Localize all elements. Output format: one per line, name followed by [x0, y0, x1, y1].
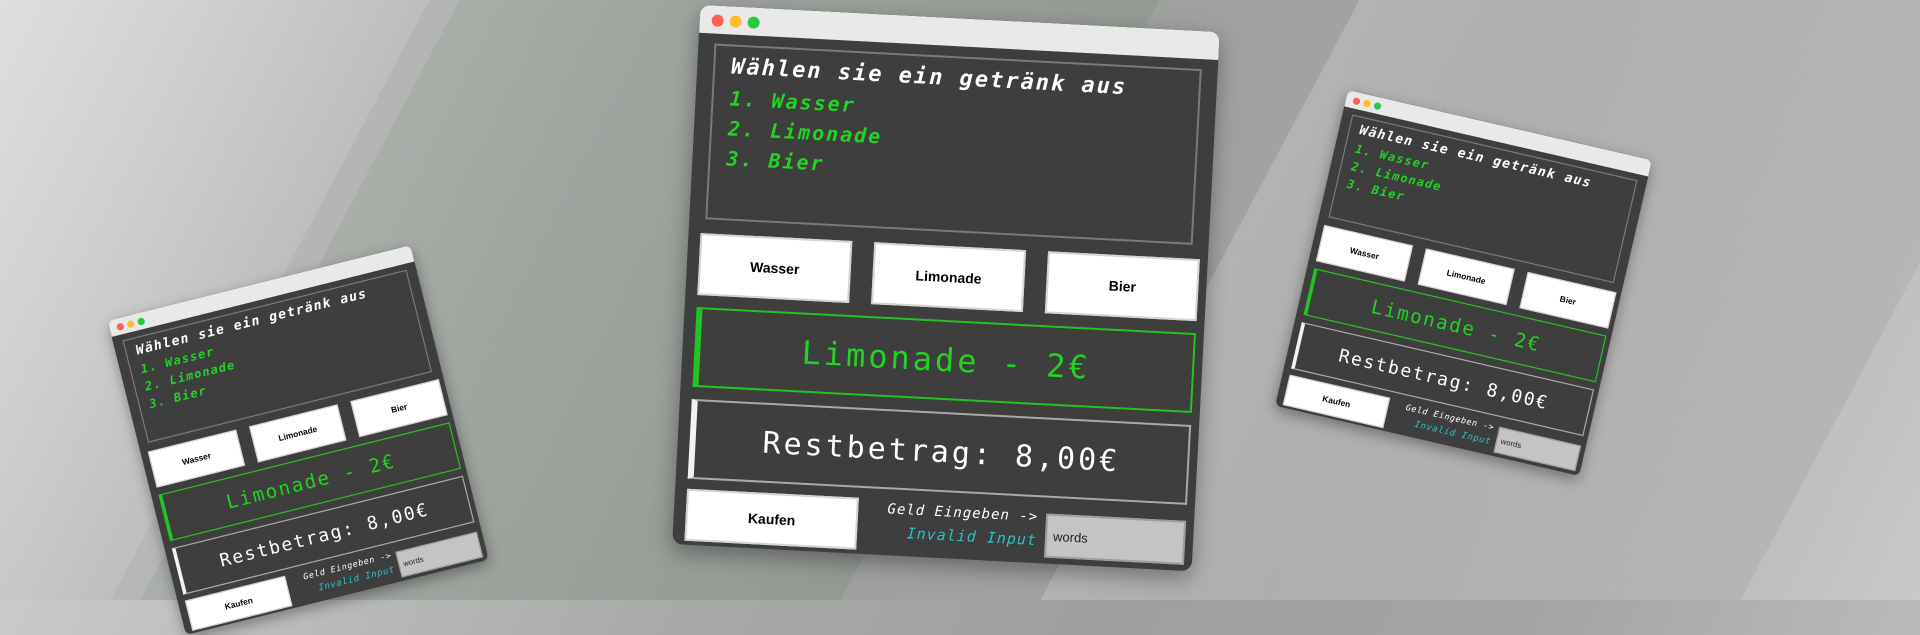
maximize-window-icon[interactable] [136, 317, 146, 326]
selected-drink-display: Limonade - 2€ [692, 306, 1196, 414]
maximize-window-icon[interactable] [747, 16, 760, 29]
remaining-balance-display: Restbetrag: 8,00€ [687, 398, 1192, 505]
maximize-window-icon[interactable] [1373, 101, 1382, 111]
minimize-window-icon[interactable] [1362, 99, 1372, 108]
app-window-center: Wählen sie ein getränk aus 1. Wasser 2. … [672, 4, 1220, 572]
minimize-window-icon[interactable] [729, 15, 742, 28]
close-window-icon[interactable] [1352, 96, 1361, 106]
bier-button[interactable]: Bier [1044, 251, 1200, 322]
invalid-input-message: Invalid Input [906, 524, 1038, 550]
close-window-icon[interactable] [711, 14, 724, 27]
limonade-button[interactable]: Limonade [871, 242, 1027, 313]
money-input-label: Geld Eingeben -> [887, 501, 1039, 526]
money-input[interactable] [1044, 513, 1187, 565]
kaufen-button[interactable]: Kaufen [684, 488, 859, 550]
minimize-window-icon[interactable] [126, 319, 136, 329]
wasser-button[interactable]: Wasser [697, 233, 853, 303]
close-window-icon[interactable] [115, 322, 125, 332]
drink-menu: Wählen sie ein getränk aus 1. Wasser 2. … [705, 43, 1202, 245]
